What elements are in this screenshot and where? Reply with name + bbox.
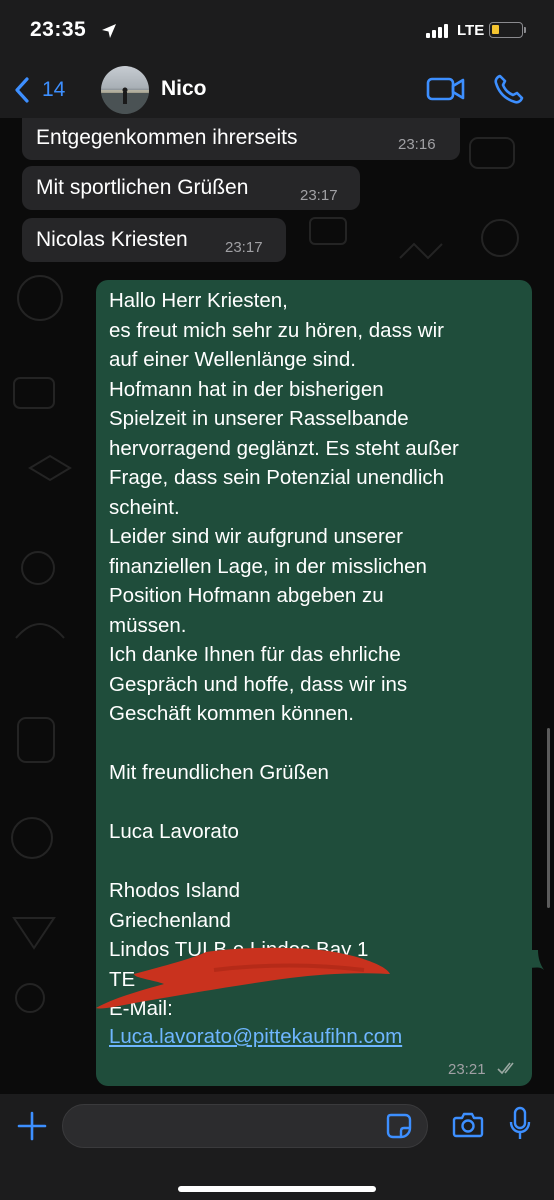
- redaction-scribble: [96, 947, 390, 1009]
- battery-level: [492, 25, 499, 34]
- plus-icon: [17, 1111, 47, 1141]
- video-call-button[interactable]: [426, 74, 466, 104]
- back-button[interactable]: 14: [14, 72, 80, 108]
- message-line: scheint.: [109, 495, 180, 519]
- voice-call-button[interactable]: [492, 72, 526, 106]
- bubble-tail: [528, 950, 544, 970]
- battery-tip: [524, 27, 526, 33]
- message-text: Mit sportlichen Grüßen: [36, 176, 249, 199]
- message-line: finanziellen Lage, in der misslichen: [109, 554, 427, 578]
- message-text: Nicolas Kriesten: [36, 228, 188, 251]
- network-label: LTE: [457, 22, 485, 39]
- battery-icon: [489, 22, 523, 38]
- message-time: 23:17: [225, 239, 263, 256]
- message-time: 23:17: [300, 187, 338, 204]
- unread-count: 14: [42, 78, 66, 101]
- message-line: Frage, dass sein Potenzial unendlich: [109, 466, 445, 489]
- email-link[interactable]: Luca.lavorato@pittekaufihn.com: [109, 1022, 402, 1052]
- attach-button[interactable]: [16, 1110, 48, 1142]
- incoming-message[interactable]: Mit sportlichen Grüßen 23:17: [22, 166, 360, 210]
- message-line: Luca Lavorato: [109, 820, 239, 843]
- message-time: 23:21: [448, 1061, 486, 1078]
- home-indicator: [178, 1186, 376, 1192]
- message-line: Geschäft kommen können.: [109, 702, 354, 725]
- message-line: hervorragend geglänzt. Es steht außer: [109, 436, 459, 460]
- microphone-button[interactable]: [508, 1106, 532, 1142]
- message-input[interactable]: [62, 1104, 428, 1148]
- message-line: Rhodos Island: [109, 879, 241, 902]
- video-camera-icon: [426, 77, 465, 101]
- message-line: Griechenland: [109, 908, 231, 932]
- chat-header: 14 Nico: [0, 62, 554, 118]
- chat-area[interactable]: Entgegenkommen ihrerseits 23:16 Mit spor…: [0, 118, 554, 1094]
- scroll-indicator[interactable]: [547, 728, 550, 908]
- message-line: Hallo Herr Kriesten,: [109, 289, 288, 312]
- message-line: müssen.: [109, 613, 187, 637]
- chevron-left-icon: [15, 77, 29, 103]
- incoming-message[interactable]: Nicolas Kriesten 23:17: [22, 218, 286, 262]
- contact-name[interactable]: Nico: [161, 77, 207, 101]
- read-receipt-icon: [497, 1062, 514, 1075]
- incoming-message[interactable]: Entgegenkommen ihrerseits 23:16: [22, 118, 460, 160]
- camera-button[interactable]: [452, 1110, 484, 1140]
- status-bar: 23:35 LTE: [0, 0, 554, 62]
- location-arrow-icon: [100, 22, 118, 45]
- outgoing-message[interactable]: Hallo Herr Kriesten, es freut mich sehr z…: [96, 280, 532, 1086]
- sticker-button[interactable]: [386, 1113, 412, 1139]
- message-line: Position Hofmann abgeben zu: [109, 584, 384, 607]
- contact-avatar[interactable]: [101, 66, 149, 114]
- message-line: Spielzeit in unserer Rasselbande: [109, 407, 409, 430]
- message-line: Leider sind wir aufgrund unserer: [109, 525, 403, 548]
- camera-icon: [452, 1112, 484, 1138]
- message-line: Gespräch und hoffe, dass wir ins: [109, 672, 408, 696]
- cellular-signal-icon: [426, 24, 452, 38]
- sticker-icon: [386, 1113, 412, 1139]
- message-line: Hofmann hat in der bisherigen: [109, 377, 384, 401]
- phone-icon: [494, 74, 524, 104]
- message-time: 23:16: [398, 136, 436, 153]
- message-line: Mit freundlichen Grüßen: [109, 761, 329, 784]
- status-time: 23:35: [30, 18, 87, 41]
- composer-bar: [0, 1094, 554, 1200]
- message-line: es freut mich sehr zu hören, dass wir: [109, 318, 444, 342]
- message-text: Entgegenkommen ihrerseits: [36, 126, 298, 149]
- message-line: auf einer Wellenlänge sind.: [109, 348, 356, 371]
- message-line: Ich danke Ihnen für das ehrliche: [109, 643, 401, 666]
- microphone-icon: [509, 1106, 531, 1139]
